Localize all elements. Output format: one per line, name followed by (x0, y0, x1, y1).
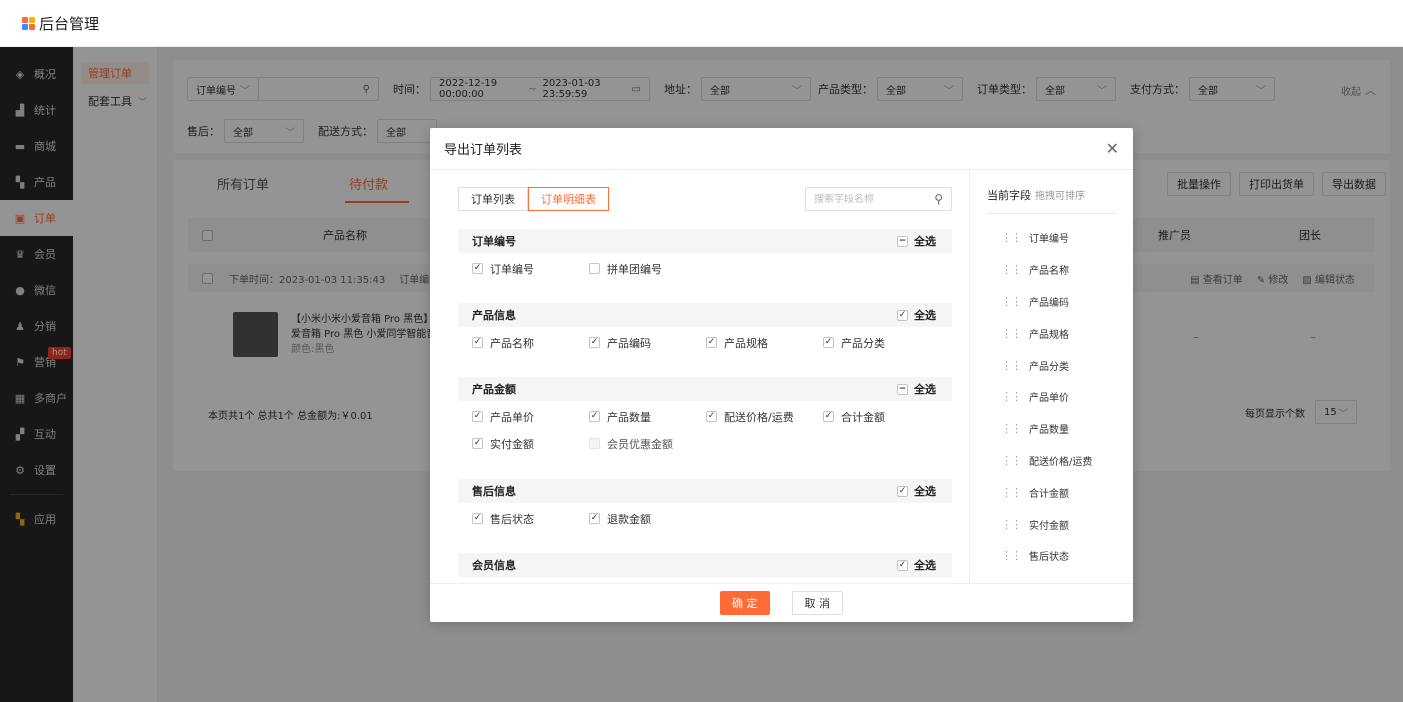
field-checkbox-group-no[interactable]: 拼单团编号 (589, 255, 706, 282)
checkmark-icon: ✓ (472, 411, 483, 422)
select-all-member-info[interactable]: ✓ 全选 (897, 557, 936, 573)
checkbox-disabled-icon (589, 438, 600, 449)
search-icon[interactable]: ⚲ (934, 192, 943, 206)
sortable-field[interactable]: ⋮⋮ 合计金额 (970, 476, 1133, 508)
drag-handle-icon[interactable]: ⋮⋮ (1001, 549, 1022, 562)
sortable-field[interactable]: ⋮⋮ 配送价格/运费 (970, 445, 1133, 477)
app-logo-icon (22, 16, 35, 30)
sortable-field[interactable]: ⋮⋮ 产品规格 (970, 317, 1133, 349)
checkmark-icon: ✓ (472, 438, 483, 449)
checkmark-icon: ✓ (589, 337, 600, 348)
export-type-tabs: 订单列表 订单明细表 (458, 187, 609, 211)
field-checkbox-member-discount[interactable]: 会员优惠金额 (589, 430, 706, 457)
sortable-field[interactable]: ⋮⋮ 产品编码 (970, 286, 1133, 318)
group-order-no: 订单编号 − 全选 ✓ 订单编号 拼单团编号 (458, 229, 952, 282)
partial-checkbox-icon: − (897, 383, 908, 395)
app-title: 后台管理 (39, 14, 100, 33)
drag-handle-icon[interactable]: ⋮⋮ (1001, 359, 1022, 372)
group-product-info: 产品信息 ✓ 全选 ✓ 产品名称 ✓ 产品编码 ✓ 产品规格 ✓ 产品分类 (458, 303, 952, 356)
checkmark-icon: ✓ (897, 485, 908, 497)
select-all-order-no[interactable]: − 全选 (897, 233, 936, 249)
field-checkbox-product-code[interactable]: ✓ 产品编码 (589, 329, 706, 356)
sortable-field[interactable]: ⋮⋮ 产品名称 (970, 254, 1133, 286)
field-search: ⚲ (805, 187, 952, 211)
field-checkbox-total-amount[interactable]: ✓ 合计金额 (823, 403, 940, 430)
tab-order-detail[interactable]: 订单明细表 (528, 187, 609, 211)
checkmark-icon: ✓ (472, 513, 483, 524)
dialog-footer: 确 定 取 消 (430, 583, 1133, 622)
checkmark-icon: ✓ (472, 337, 483, 348)
checkbox-empty-icon (589, 263, 600, 274)
checkmark-icon: ✓ (706, 337, 717, 348)
group-member-info: 会员信息 ✓ 全选 (458, 553, 952, 577)
cancel-button[interactable]: 取 消 (791, 591, 843, 615)
checkmark-icon: ✓ (589, 513, 600, 524)
checkmark-icon: ✓ (706, 411, 717, 422)
sortable-field[interactable]: ⋮⋮ 产品分类 (970, 349, 1133, 381)
field-selection-panel: 订单列表 订单明细表 ⚲ 订单编号 −全选 ✓订单编号 拼单团编号 (458, 170, 952, 583)
drag-handle-icon[interactable]: ⋮⋮ (1001, 295, 1022, 308)
export-dialog: 导出订单列表 ✕ 订单列表 订单明细表 ⚲ 订单编号 −全选 ✓订单编号 拼单团… (430, 128, 1133, 622)
group-product-amount: 产品金额 − 全选 ✓ 产品单价 ✓ 产品数量 ✓ 配送价格/运费 ✓ 合计金额 ✓ 实付金… (458, 377, 952, 457)
field-checkbox-product-spec[interactable]: ✓ 产品规格 (706, 329, 823, 356)
checkmark-icon: ✓ (823, 411, 834, 422)
drag-handle-icon[interactable]: ⋮⋮ (1001, 454, 1022, 467)
drag-handle-icon[interactable]: ⋮⋮ (1001, 390, 1022, 403)
dialog-title: 导出订单列表 (444, 143, 523, 158)
select-all-after-sale[interactable]: ✓ 全选 (897, 483, 936, 499)
drag-handle-icon[interactable]: ⋮⋮ (1001, 231, 1022, 244)
select-all-product-info[interactable]: ✓ 全选 (897, 307, 936, 323)
sortable-field[interactable]: ⋮⋮ 订单编号 (970, 222, 1133, 254)
top-header: 后台管理 (0, 0, 1403, 47)
field-checkbox-product-category[interactable]: ✓ 产品分类 (823, 329, 940, 356)
field-checkbox-after-sale-status[interactable]: ✓ 售后状态 (472, 505, 589, 532)
drag-handle-icon[interactable]: ⋮⋮ (1001, 422, 1022, 435)
group-after-sale: 售后信息 ✓ 全选 ✓ 售后状态 ✓ 退款金额 (458, 479, 952, 532)
close-icon[interactable]: ✕ (1106, 139, 1119, 158)
sortable-field[interactable]: ⋮⋮ 售后状态 (970, 540, 1133, 572)
checkmark-icon: ✓ (897, 309, 908, 321)
sortable-field[interactable]: ⋮⋮ 产品单价 (970, 381, 1133, 413)
partial-checkbox-icon: − (897, 235, 908, 247)
select-all-product-amount[interactable]: − 全选 (897, 381, 936, 397)
checkmark-icon: ✓ (589, 411, 600, 422)
field-checkbox-paid-amount[interactable]: ✓ 实付金额 (472, 430, 589, 457)
field-checkbox-refund-amount[interactable]: ✓ 退款金额 (589, 505, 706, 532)
drag-handle-icon[interactable]: ⋮⋮ (1001, 327, 1022, 340)
drag-handle-icon[interactable]: ⋮⋮ (1001, 263, 1022, 276)
checkmark-icon: ✓ (472, 263, 483, 274)
field-search-input[interactable] (814, 193, 924, 205)
drag-handle-icon[interactable]: ⋮⋮ (1001, 486, 1022, 499)
field-checkbox-shipping-fee[interactable]: ✓ 配送价格/运费 (706, 403, 823, 430)
checkmark-icon: ✓ (897, 559, 908, 571)
checkmark-icon: ✓ (823, 337, 834, 348)
drag-handle-icon[interactable]: ⋮⋮ (1001, 518, 1022, 531)
field-checkbox-product-name[interactable]: ✓ 产品名称 (472, 329, 589, 356)
sortable-field[interactable]: ⋮⋮ 产品数量 (970, 413, 1133, 445)
current-fields-panel: 当前字段 拖拽可排序 ⋮⋮ 订单编号 ⋮⋮ 产品名称 ⋮⋮ 产品编码 ⋮⋮ 产品规格 ⋮⋮… (969, 170, 1133, 583)
field-checkbox-unit-price[interactable]: ✓ 产品单价 (472, 403, 589, 430)
confirm-button[interactable]: 确 定 (720, 591, 770, 615)
sortable-field[interactable]: ⋮⋮ 实付金额 (970, 508, 1133, 540)
field-checkbox-order-no[interactable]: ✓ 订单编号 (472, 255, 589, 282)
tab-order-list[interactable]: 订单列表 (458, 187, 528, 211)
field-checkbox-quantity[interactable]: ✓ 产品数量 (589, 403, 706, 430)
